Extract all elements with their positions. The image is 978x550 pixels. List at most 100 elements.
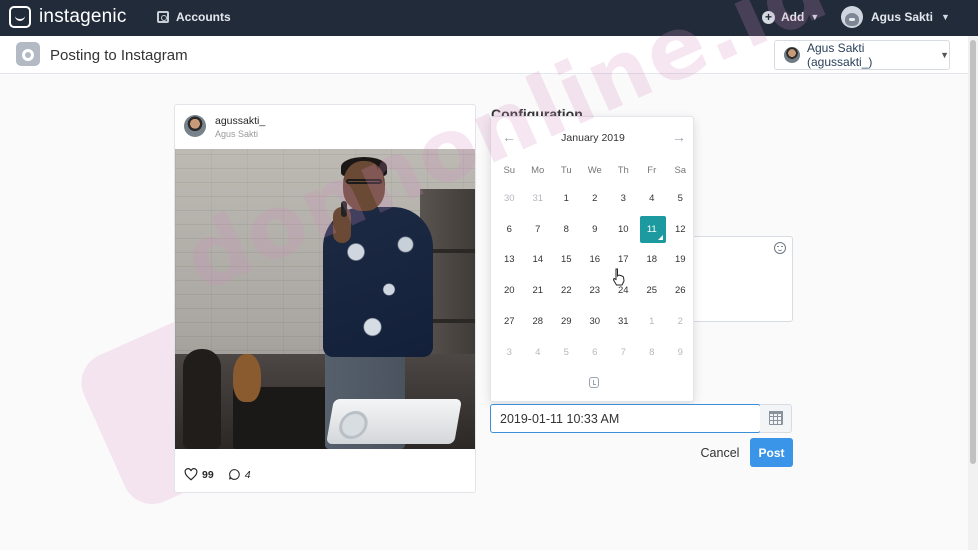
datepicker-day-number: 7 — [535, 223, 541, 235]
nav-add-menu[interactable]: + Add ▼ — [762, 10, 819, 24]
datepicker-day[interactable]: 6 — [581, 337, 610, 368]
datepicker-day-number: 30 — [589, 316, 601, 328]
datepicker-day[interactable]: 8 — [638, 337, 667, 368]
datepicker-day[interactable]: 3 — [609, 183, 638, 214]
post-button[interactable]: Post — [750, 438, 793, 467]
datepicker-day[interactable]: 20 — [495, 275, 524, 306]
nav-accounts[interactable]: Accounts — [157, 10, 231, 24]
arrow-right-icon[interactable]: → — [669, 129, 689, 145]
scrollbar-thumb[interactable] — [970, 40, 976, 464]
datepicker-day[interactable]: 5 — [666, 183, 695, 214]
datepicker-day-number: 9 — [592, 223, 598, 235]
datepicker-day-number: 12 — [674, 223, 686, 235]
datepicker-day-number: 8 — [563, 223, 569, 235]
datepicker-day-number: 1 — [649, 316, 655, 328]
datepicker-day[interactable]: 10 — [609, 214, 638, 245]
datepicker-day[interactable]: 9 — [666, 337, 695, 368]
heart-icon — [184, 468, 198, 481]
datepicker-day[interactable]: 15 — [552, 245, 581, 276]
calendar-icon — [769, 411, 783, 425]
datepicker-day[interactable]: 7 — [524, 214, 553, 245]
datepicker-day[interactable]: 31 — [524, 183, 553, 214]
post-preview-card: agussakti_ Agus Sakti 99 4 — [174, 104, 476, 493]
instagram-icon — [157, 11, 169, 23]
weekday-label: Mo — [531, 165, 545, 176]
datepicker-day-number: 4 — [649, 192, 655, 204]
chevron-down-icon: ▼ — [941, 12, 950, 22]
datepicker-day[interactable]: 8 — [552, 214, 581, 245]
account-select-label: Agus Sakti (agussakti_) — [807, 41, 873, 69]
datepicker-day-number: 2 — [592, 192, 598, 204]
datepicker-day[interactable]: 30 — [581, 306, 610, 337]
datepicker-day[interactable]: 25 — [638, 275, 667, 306]
datepicker-day[interactable]: 21 — [524, 275, 553, 306]
datepicker-day-number: 18 — [646, 254, 658, 266]
nav-accounts-label: Accounts — [176, 10, 231, 24]
plus-circle-icon: + — [762, 10, 775, 24]
datepicker-day[interactable]: 30 — [495, 183, 524, 214]
user-avatar — [841, 6, 863, 28]
cancel-button[interactable]: Cancel — [697, 441, 743, 465]
datepicker-day-number: 10 — [617, 223, 629, 235]
clock-icon[interactable] — [589, 377, 599, 388]
datepicker-day[interactable]: 14 — [524, 245, 553, 276]
datepicker-day[interactable]: 26 — [666, 275, 695, 306]
datepicker-day-number: 31 — [617, 316, 629, 328]
post-stats: 99 4 — [184, 468, 251, 481]
nav-user-menu[interactable]: Agus Sakti ▼ — [841, 6, 950, 28]
page-scrollbar[interactable] — [968, 36, 978, 550]
datepicker-day[interactable]: 18 — [638, 245, 667, 276]
emoji-icon[interactable] — [774, 242, 786, 254]
datepicker-day[interactable]: 13 — [495, 245, 524, 276]
datepicker-day[interactable]: 16 — [581, 245, 610, 276]
datepicker-day[interactable]: 2 — [666, 306, 695, 337]
datepicker-day-number: 9 — [677, 346, 683, 358]
datepicker-day[interactable]: 4 — [524, 337, 553, 368]
datepicker-day[interactable]: 23 — [581, 275, 610, 306]
datepicker-day-number: 19 — [674, 254, 686, 266]
datepicker-day-number: 22 — [560, 285, 572, 297]
chevron-down-icon: ▼ — [940, 50, 949, 60]
datepicker-day[interactable]: 22 — [552, 275, 581, 306]
datepicker-day-number: 15 — [560, 254, 572, 266]
datepicker-day[interactable]: 27 — [495, 306, 524, 337]
datepicker-day[interactable]: 19 — [666, 245, 695, 276]
datepicker-day[interactable]: 9 — [581, 214, 610, 245]
schedule-datetime-input[interactable] — [490, 404, 761, 433]
account-select[interactable]: Agus Sakti (agussakti_) ▼ — [774, 40, 950, 70]
datepicker-day[interactable]: 6 — [495, 214, 524, 245]
datepicker-popup: ← January 2019 → Su Mo Tu We Th Fr Sa 30 31 1 2 3 4… — [490, 116, 694, 402]
comments-count: 4 — [244, 468, 251, 481]
datepicker-day-number: 6 — [506, 223, 512, 235]
weekday-label: We — [587, 165, 602, 176]
datepicker-day-number: 13 — [503, 254, 515, 266]
datepicker-day[interactable]: 28 — [524, 306, 553, 337]
brand[interactable]: instagenic — [9, 6, 127, 28]
datepicker-day-selected[interactable]: 11 — [638, 214, 667, 245]
datepicker-day-number: 2 — [677, 316, 683, 328]
likes-count: 99 — [202, 468, 214, 481]
datepicker-day-number: 21 — [532, 285, 544, 297]
datepicker-day[interactable]: 12 — [666, 214, 695, 245]
datepicker-day[interactable]: 29 — [552, 306, 581, 337]
datepicker-day-number: 6 — [592, 346, 598, 358]
comment-icon — [228, 469, 240, 480]
top-navbar: instagenic Accounts + Add ▼ Agus Sakti ▼ — [0, 0, 978, 36]
datepicker-day[interactable]: 5 — [552, 337, 581, 368]
datepicker-day[interactable]: 1 — [552, 183, 581, 214]
datepicker-day-number: 8 — [649, 346, 655, 358]
chevron-down-icon: ▼ — [810, 12, 820, 22]
datepicker-day[interactable]: 2 — [581, 183, 610, 214]
datepicker-day[interactable]: 3 — [495, 337, 524, 368]
datepicker-day-number: 16 — [589, 254, 601, 266]
weekday-label: Tu — [560, 165, 572, 176]
calendar-button[interactable] — [760, 404, 792, 433]
datepicker-month-label[interactable]: January 2019 — [491, 132, 695, 144]
datepicker-day[interactable]: 7 — [609, 337, 638, 368]
datepicker-day-number: 23 — [589, 285, 601, 297]
nav-add-label: Add — [781, 10, 805, 24]
datepicker-day[interactable]: 4 — [638, 183, 667, 214]
datepicker-day[interactable]: 1 — [638, 306, 667, 337]
datepicker-day-number: 25 — [646, 285, 658, 297]
datepicker-day[interactable]: 31 — [609, 306, 638, 337]
